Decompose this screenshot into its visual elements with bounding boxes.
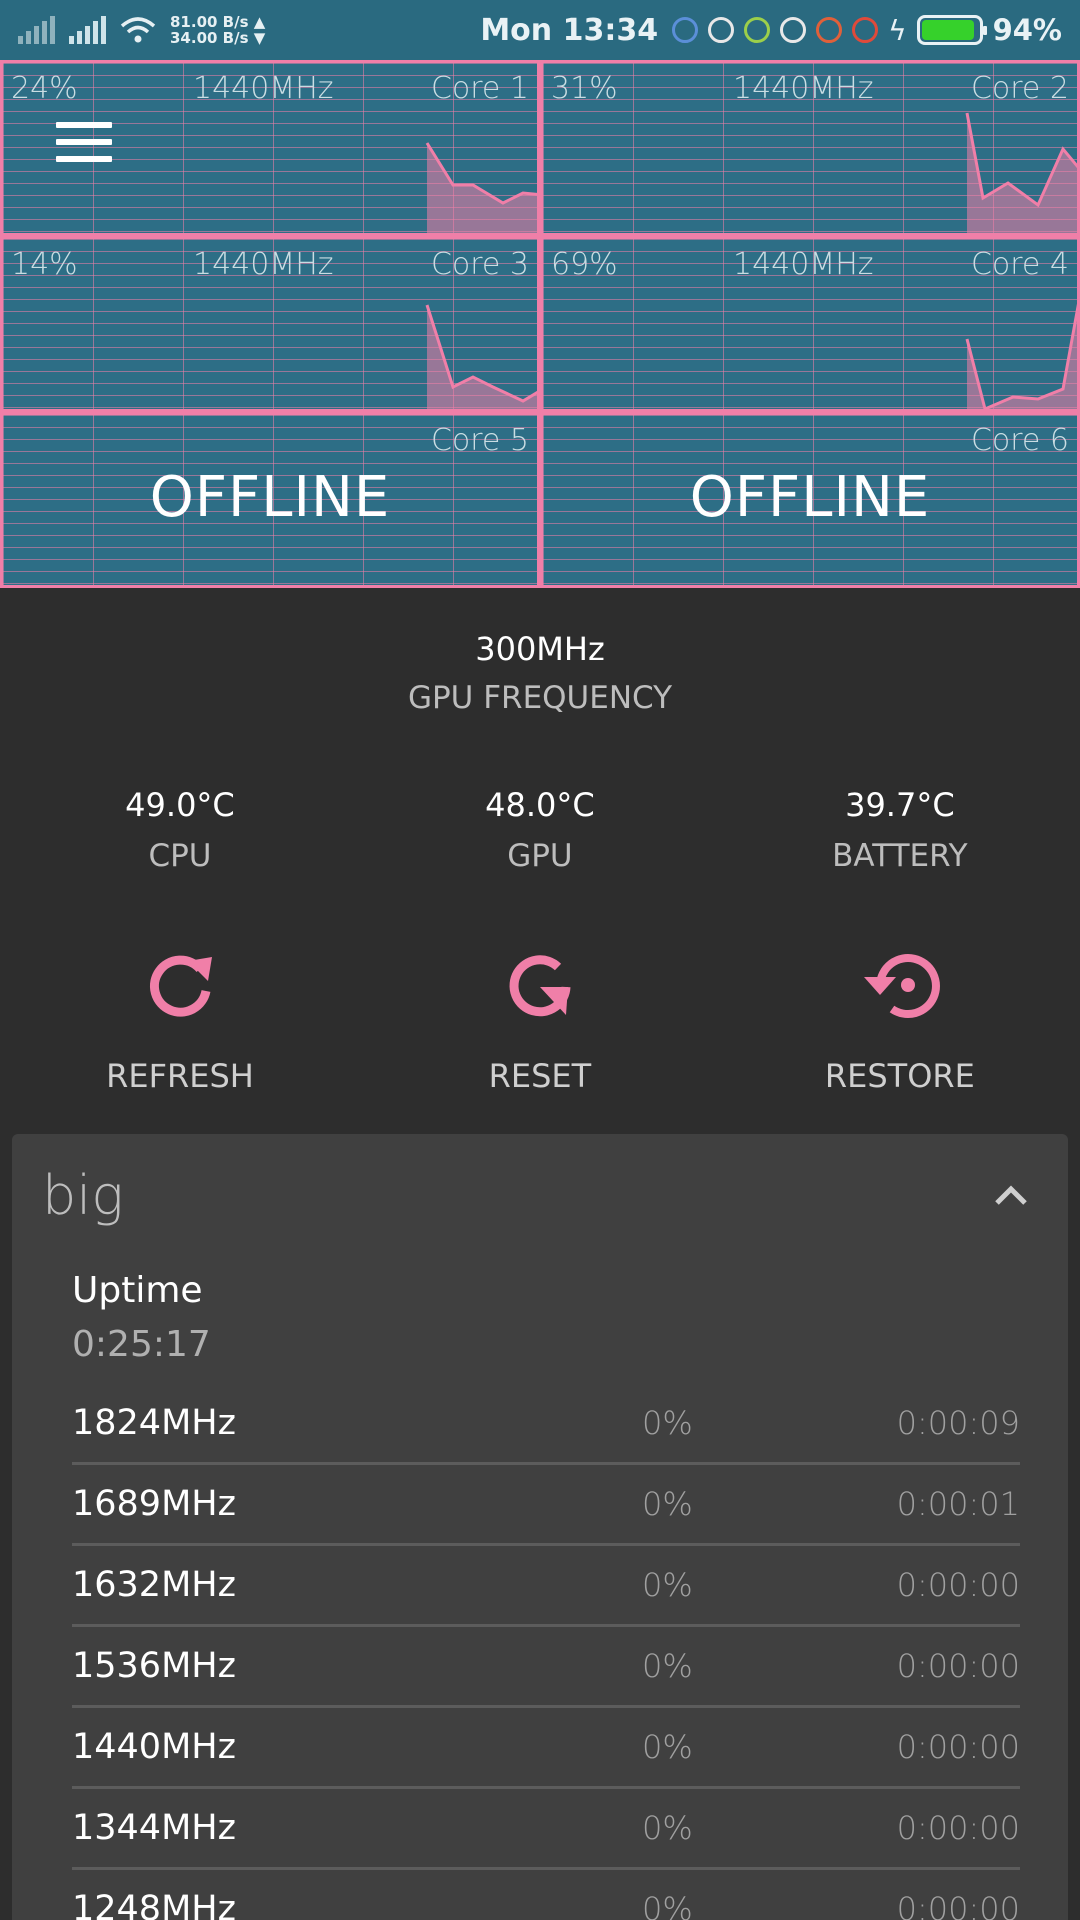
row-percent: 0%	[642, 1728, 693, 1766]
row-time: 0:00:00	[896, 1566, 1020, 1604]
core-name: Core 5	[430, 423, 529, 458]
table-row: 1632MHz 0% 0:00:00	[72, 1546, 1020, 1627]
charging-icon: ϟ	[888, 13, 907, 47]
table-row: 1689MHz 0% 0:00:01	[72, 1465, 1020, 1546]
core-tile-5: Core 5 OFFLINE	[0, 412, 540, 588]
refresh-label: REFRESH	[106, 1057, 254, 1095]
row-frequency: 1689MHz	[72, 1484, 236, 1524]
row-frequency: 1248MHz	[72, 1889, 236, 1920]
temperature-row: 49.0°C CPU 48.0°C GPU 39.7°C BATTERY	[0, 786, 1080, 874]
core-usage: 69%	[551, 247, 618, 282]
core-name: Core 3	[430, 247, 529, 282]
card-title: big	[42, 1164, 124, 1227]
battery-icon	[916, 15, 987, 45]
row-percent: 0%	[642, 1566, 693, 1604]
gpu-frequency-label: GPU FREQUENCY	[407, 680, 673, 716]
restore-icon	[863, 954, 940, 1018]
temperature-value: 49.0°C	[125, 786, 235, 824]
core-offline-label: OFFLINE	[149, 465, 391, 530]
row-time: 0:00:00	[896, 1647, 1020, 1685]
temperature-value: 48.0°C	[485, 786, 595, 824]
core-usage: 31%	[551, 71, 618, 106]
notification-icon	[672, 17, 699, 43]
temperature-value: 39.7°C	[845, 786, 955, 824]
cpu-cluster-card: big Uptime 0:25:17 1824MHz 0% 0:00:09 16…	[12, 1134, 1068, 1920]
cpu-cores-panel: 24% 1440MHz Core 1 31% 1440MHz Core 2 14…	[0, 60, 1080, 588]
net-down: 34.00 B/s	[170, 29, 249, 47]
row-percent: 0%	[642, 1809, 693, 1847]
status-bar: 81.00 B/s ▲ 34.00 B/s ▼ Mon 13:34 ϟ 94%	[0, 0, 1080, 60]
restore-label: RESTORE	[824, 1057, 975, 1095]
uptime-value: 0:25:17	[72, 1324, 211, 1365]
temperature-label: BATTERY	[832, 838, 968, 874]
core-frequency: 1440MHz	[733, 71, 874, 106]
core-frequency: 1440MHz	[193, 71, 334, 106]
refresh-button[interactable]: REFRESH	[0, 945, 360, 1095]
signal-icon	[69, 16, 106, 44]
temperature-label: GPU	[507, 838, 573, 874]
battery-percent: 94%	[992, 13, 1062, 47]
core-frequency: 1440MHz	[193, 247, 334, 282]
restore-button[interactable]: RESTORE	[720, 945, 1080, 1095]
row-percent: 0%	[642, 1890, 693, 1920]
row-percent: 0%	[642, 1485, 693, 1523]
notification-icon	[744, 17, 771, 43]
battery-temperature: 39.7°C BATTERY	[720, 786, 1080, 874]
row-frequency: 1344MHz	[72, 1808, 236, 1848]
row-time: 0:00:01	[896, 1485, 1020, 1523]
row-time: 0:00:00	[896, 1890, 1020, 1920]
table-row: 1536MHz 0% 0:00:00	[72, 1627, 1020, 1708]
row-time: 0:00:09	[896, 1404, 1020, 1442]
frequency-table: 1824MHz 0% 0:00:09 1689MHz 0% 0:00:01 16…	[72, 1384, 1020, 1920]
gpu-frequency-value: 300MHz	[475, 630, 605, 668]
gpu-temperature: 48.0°C GPU	[360, 786, 720, 874]
reset-icon	[509, 955, 571, 1017]
core-usage: 24%	[11, 71, 78, 106]
gpu-frequency-block: 300MHz GPU FREQUENCY	[0, 630, 1080, 716]
table-row: 1824MHz 0% 0:00:09	[72, 1384, 1020, 1465]
row-frequency: 1440MHz	[72, 1727, 236, 1767]
reset-button[interactable]: RESET	[360, 945, 720, 1095]
notification-icon	[708, 17, 735, 43]
notification-icon	[852, 17, 879, 43]
core-tile-4: 69% 1440MHz Core 4	[540, 236, 1080, 412]
core-name: Core 6	[970, 423, 1069, 458]
temperature-label: CPU	[148, 838, 212, 874]
refresh-icon	[149, 955, 212, 1017]
uptime-label: Uptime	[72, 1270, 203, 1311]
core-offline-label: OFFLINE	[689, 465, 931, 530]
core-usage: 14%	[11, 247, 78, 282]
core-tile-2: 31% 1440MHz Core 2	[540, 60, 1080, 236]
row-frequency: 1632MHz	[72, 1565, 236, 1605]
notification-icon	[780, 17, 807, 43]
core-frequency: 1440MHz	[733, 247, 874, 282]
actions-row: REFRESH RESET RESTORE	[0, 945, 1080, 1095]
wifi-icon	[120, 17, 156, 43]
core-name: Core 1	[430, 71, 529, 106]
network-speed: 81.00 B/s ▲ 34.00 B/s ▼	[170, 13, 266, 47]
core-name: Core 4	[970, 247, 1069, 282]
core-tile-3: 14% 1440MHz Core 3	[0, 236, 540, 412]
table-row: 1248MHz 0% 0:00:00	[72, 1870, 1020, 1920]
reset-label: RESET	[488, 1057, 592, 1095]
core-tile-6: Core 6 OFFLINE	[540, 412, 1080, 588]
table-row: 1344MHz 0% 0:00:00	[72, 1789, 1020, 1870]
row-percent: 0%	[642, 1647, 693, 1685]
signal-icon	[18, 16, 55, 44]
core-name: Core 2	[970, 71, 1069, 106]
menu-icon[interactable]	[56, 122, 112, 162]
row-frequency: 1536MHz	[72, 1646, 236, 1686]
table-row: 1440MHz 0% 0:00:00	[72, 1708, 1020, 1789]
cpu-temperature: 49.0°C CPU	[0, 786, 360, 874]
row-time: 0:00:00	[896, 1809, 1020, 1847]
clock: Mon 13:34	[480, 12, 659, 48]
chevron-up-icon[interactable]	[994, 1184, 1028, 1206]
row-frequency: 1824MHz	[72, 1403, 236, 1443]
notification-icon	[816, 17, 843, 43]
row-percent: 0%	[642, 1404, 693, 1442]
battery-fill	[921, 20, 975, 40]
row-time: 0:00:00	[896, 1728, 1020, 1766]
